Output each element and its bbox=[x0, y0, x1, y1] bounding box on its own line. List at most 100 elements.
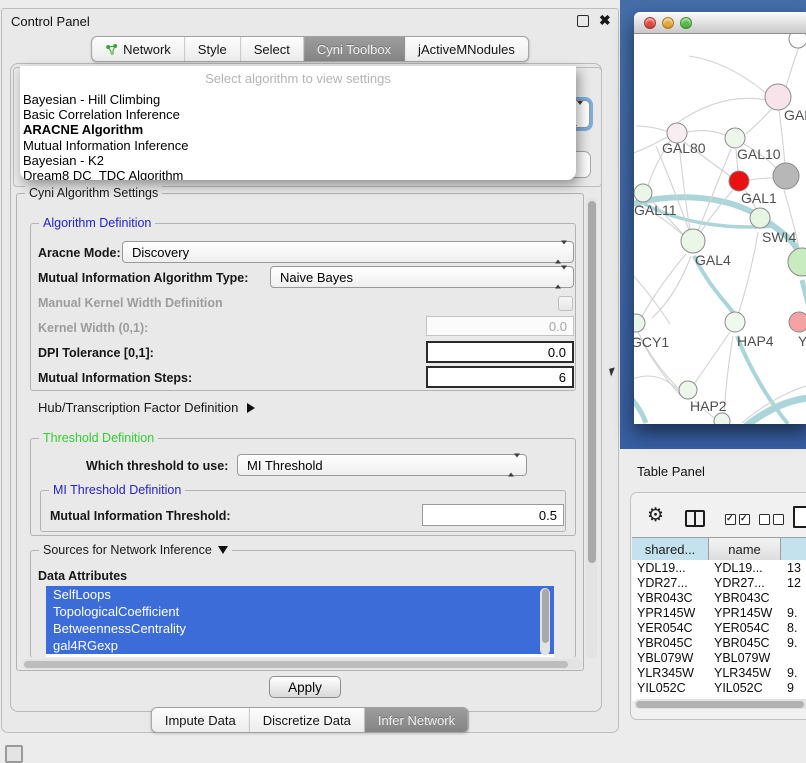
network-node-hap2[interactable] bbox=[679, 381, 697, 399]
collapse-triangle-icon[interactable] bbox=[218, 546, 228, 554]
table-row[interactable]: YBR043CYBR043C bbox=[632, 590, 806, 605]
attributes-scrollbar[interactable] bbox=[540, 588, 550, 655]
table-panel-title: Table Panel bbox=[637, 464, 705, 479]
network-node-gal4[interactable] bbox=[681, 229, 705, 253]
mi-threshold-field[interactable]: 0.5 bbox=[422, 504, 564, 526]
network-node[interactable] bbox=[773, 163, 799, 189]
float-panel-icon[interactable] bbox=[5, 745, 23, 763]
mi-steps-field[interactable]: 6 bbox=[426, 366, 574, 388]
mi-steps-label: Mutual Information Steps: bbox=[38, 371, 192, 385]
column-layout-icon[interactable] bbox=[685, 510, 705, 527]
table-body[interactable]: YDL19...YDL19...13YDR27...YDR27...12YBR0… bbox=[632, 560, 806, 701]
table-row[interactable]: YDL19...YDL19...13 bbox=[632, 560, 806, 575]
dpi-tolerance-field[interactable]: 0.0 bbox=[426, 341, 574, 363]
column-header-item[interactable] bbox=[781, 538, 806, 560]
aracne-mode-combobox[interactable]: Discovery bbox=[122, 241, 574, 263]
node-label: GAL4 bbox=[695, 252, 731, 268]
table-scrollbar-horizontal[interactable] bbox=[634, 699, 806, 709]
apply-button[interactable]: Apply bbox=[269, 676, 341, 698]
tab-select[interactable]: Select bbox=[241, 37, 304, 61]
table-row[interactable]: YIL052CYIL052C9 bbox=[632, 680, 806, 695]
dpi-tolerance-label: DPI Tolerance [0,1]: bbox=[38, 346, 154, 360]
attribute-item-betweennesscentrality[interactable]: BetweennessCentrality bbox=[46, 620, 554, 637]
table-cell: 9 bbox=[781, 681, 806, 695]
network-node-gal1[interactable] bbox=[729, 171, 749, 191]
network-node-swi4[interactable] bbox=[750, 208, 770, 228]
network-node[interactable] bbox=[789, 34, 806, 48]
table-cell: 13 bbox=[781, 561, 806, 575]
network-node-gal10[interactable] bbox=[725, 128, 745, 148]
tab-jactivemnodules[interactable]: jActiveMNodules bbox=[405, 37, 528, 61]
tab-cyni-toolbox[interactable]: Cyni Toolbox bbox=[304, 37, 405, 61]
table-cell: YBR043C bbox=[709, 591, 781, 605]
algorithm-definition-title: Algorithm Definition bbox=[39, 216, 155, 230]
combo-arrows-icon bbox=[508, 458, 520, 473]
kernel-width-field[interactable]: 0.0 bbox=[426, 316, 574, 336]
table-row[interactable]: YER054CYER054C8. bbox=[632, 620, 806, 635]
table-row[interactable]: YBL079WYBL079W bbox=[632, 650, 806, 665]
tab-infer-network[interactable]: Infer Network bbox=[365, 708, 468, 732]
node-label: HAP4 bbox=[737, 333, 774, 349]
table-row[interactable]: YBR045CYBR045C9. bbox=[632, 635, 806, 650]
network-node-y[interactable] bbox=[789, 312, 806, 332]
network-node-hap4[interactable] bbox=[725, 312, 745, 332]
algorithm-option-aracne-algorithm[interactable]: ARACNE Algorithm bbox=[20, 122, 576, 137]
algorithm-dropdown-popup: Select algorithm to view settings Bayesi… bbox=[20, 66, 576, 180]
close-panel-icon[interactable]: ✖ bbox=[599, 13, 611, 27]
tab-label: Network bbox=[123, 42, 171, 57]
algorithm-option-basic-correlation-inference[interactable]: Basic Correlation Inference bbox=[20, 107, 576, 122]
expand-triangle-icon[interactable] bbox=[247, 403, 255, 413]
float-window-icon[interactable] bbox=[577, 15, 589, 27]
attribute-item-gal4rgexp[interactable]: gal4RGexp bbox=[46, 637, 554, 654]
attribute-item-topologicalcoefficient[interactable]: TopologicalCoefficient bbox=[46, 603, 554, 620]
which-threshold-combobox[interactable]: MI Threshold bbox=[237, 454, 527, 476]
algorithm-option-bayesian-hill-climbing[interactable]: Bayesian - Hill Climbing bbox=[20, 92, 576, 107]
table-row[interactable]: YPR145WYPR145W9. bbox=[632, 605, 806, 620]
new-table-icon[interactable] bbox=[793, 506, 806, 528]
hub-definition-label: Hub/Transcription Factor Definition bbox=[38, 400, 238, 415]
table-cell: 9. bbox=[781, 606, 806, 620]
tab-discretize-data[interactable]: Discretize Data bbox=[250, 708, 365, 732]
table-cell: 9. bbox=[781, 666, 806, 680]
select-all-checkboxes-icon[interactable] bbox=[725, 514, 750, 525]
table-header-row[interactable]: shared...name bbox=[632, 537, 806, 561]
hub-definition-row[interactable]: Hub/Transcription Factor Definition bbox=[38, 400, 255, 415]
tab-network[interactable]: Network bbox=[92, 37, 185, 61]
which-threshold-label: Which threshold to use: bbox=[86, 459, 228, 473]
network-nodes[interactable]: GALGAL80GAL10GAL1GAL11SWI4GAL4YHAP4GCY1H… bbox=[634, 34, 806, 424]
tab-impute-data[interactable]: Impute Data bbox=[152, 708, 250, 732]
network-window-titlebar[interactable] bbox=[634, 12, 806, 34]
manual-kernel-checkbox[interactable] bbox=[558, 296, 573, 311]
settings-scrollbar-vertical[interactable] bbox=[586, 197, 597, 659]
settings-scrollbar-horizontal[interactable] bbox=[22, 659, 582, 669]
attribute-item-selfloops[interactable]: SelfLoops bbox=[46, 586, 554, 603]
mi-algorithm-type-combobox[interactable]: Naive Bayes bbox=[270, 266, 574, 288]
settings-gear-icon[interactable]: ⚙ bbox=[647, 506, 664, 525]
network-canvas[interactable]: GALGAL80GAL10GAL1GAL11SWI4GAL4YHAP4GCY1H… bbox=[634, 34, 806, 424]
close-window-icon[interactable] bbox=[644, 17, 656, 29]
algorithm-option-dream8-dc-tdc-algorithm[interactable]: Dream8 DC_TDC Algorithm bbox=[20, 168, 576, 180]
minimize-window-icon[interactable] bbox=[662, 17, 674, 29]
algorithm-option-bayesian-k2[interactable]: Bayesian - K2 bbox=[20, 153, 576, 168]
table-cell: YER054C bbox=[709, 621, 781, 635]
table-row[interactable]: YLR345WYLR345W9. bbox=[632, 665, 806, 680]
column-header-name[interactable]: name bbox=[709, 538, 781, 560]
node-label: GAL80 bbox=[662, 140, 706, 156]
algorithm-option-mutual-information-inference[interactable]: Mutual Information Inference bbox=[20, 138, 576, 153]
tab-label: Style bbox=[198, 42, 227, 57]
network-node[interactable] bbox=[788, 248, 806, 276]
network-node-gal11[interactable] bbox=[634, 184, 652, 202]
zoom-window-icon[interactable] bbox=[680, 17, 692, 29]
table-cell: YBR043C bbox=[632, 591, 709, 605]
table-cell: YDL19... bbox=[632, 561, 709, 575]
data-attributes-list[interactable]: SelfLoopsTopologicalCoefficientBetweenne… bbox=[46, 586, 554, 657]
network-node[interactable] bbox=[714, 413, 730, 424]
column-header-shared[interactable]: shared... bbox=[632, 538, 709, 560]
manual-kernel-label: Manual Kernel Width Definition bbox=[38, 296, 223, 310]
network-node-gcy1[interactable] bbox=[634, 314, 645, 332]
table-row[interactable]: YDR27...YDR27...12 bbox=[632, 575, 806, 590]
deselect-all-checkboxes-icon[interactable] bbox=[759, 514, 784, 525]
table-cell: YBL079W bbox=[709, 651, 781, 665]
data-attributes-label: Data Attributes bbox=[38, 569, 127, 583]
tab-style[interactable]: Style bbox=[185, 37, 241, 61]
